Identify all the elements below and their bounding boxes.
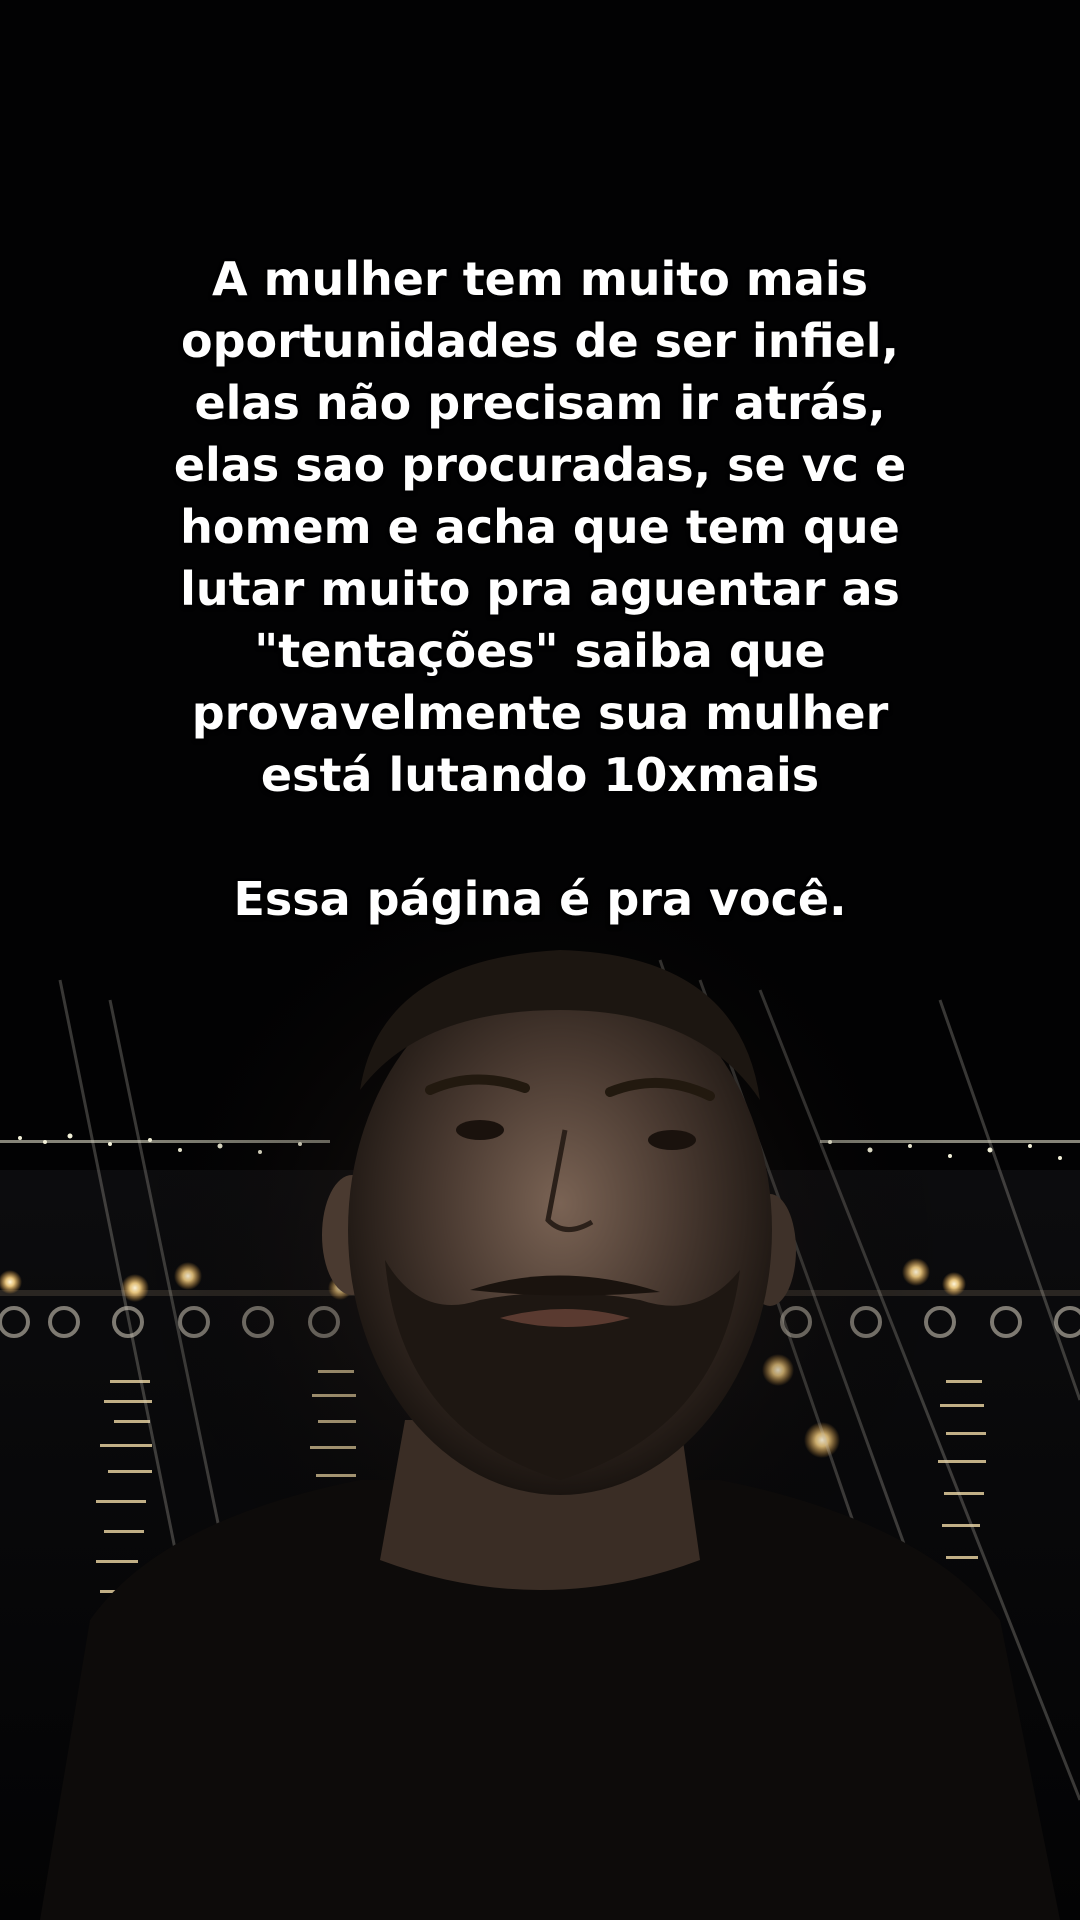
caption-closing: Essa página é pra você. bbox=[233, 872, 847, 926]
video-frame: A mulher tem muito mais oportunidades de… bbox=[0, 0, 1080, 1920]
caption-line: oportunidades de ser infiel, bbox=[180, 314, 900, 368]
caption-line: elas sao procuradas, se vc e bbox=[173, 438, 907, 492]
caption-overlay: A mulher tem muito mais oportunidades de… bbox=[140, 248, 940, 930]
caption-line: A mulher tem muito mais bbox=[211, 252, 869, 306]
caption-line: elas não precisam ir atrás, bbox=[194, 376, 886, 430]
caption-line: "tentações" saiba que bbox=[254, 624, 826, 678]
caption-line: homem e acha que tem que bbox=[180, 500, 900, 554]
caption-line: lutar muito pra aguentar as bbox=[180, 562, 900, 616]
caption-line: provavelmente sua mulher bbox=[191, 686, 889, 740]
caption-line: está lutando 10xmais bbox=[260, 748, 820, 802]
